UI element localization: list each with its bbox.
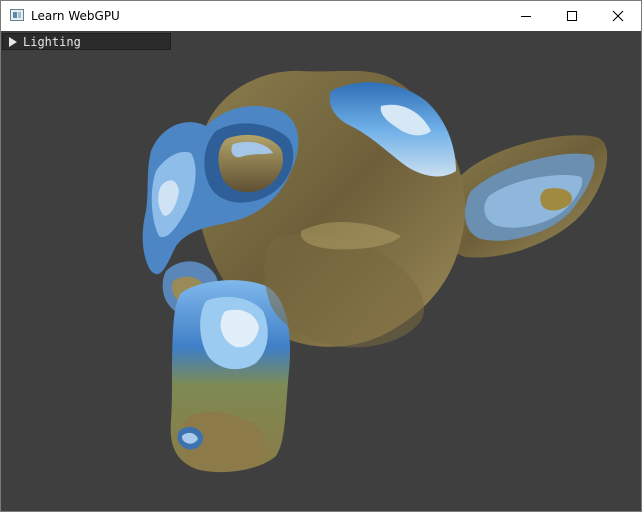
title-bar[interactable]: Learn WebGPU [1, 1, 641, 31]
window-title: Learn WebGPU [31, 9, 120, 23]
maximize-icon [567, 11, 577, 21]
maximize-button[interactable] [549, 1, 595, 31]
close-button[interactable] [595, 1, 641, 31]
lighting-panel-label: Lighting [23, 35, 81, 49]
app-window-icon [10, 9, 24, 21]
app-window: Learn WebGPU Lighting [0, 0, 642, 512]
monkey-head-icon[interactable] [1, 31, 641, 511]
triangle-right-icon[interactable] [9, 37, 17, 47]
close-icon [612, 10, 624, 22]
minimize-button[interactable] [503, 1, 549, 31]
minimize-icon [521, 16, 531, 17]
lighting-panel-header[interactable]: Lighting [2, 33, 171, 50]
render-viewport[interactable]: Lighting [1, 31, 641, 511]
